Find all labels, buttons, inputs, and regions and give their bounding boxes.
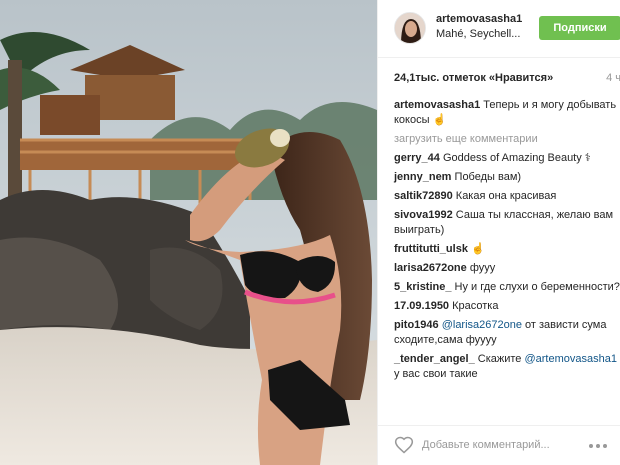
following-button[interactable]: Подписки xyxy=(539,16,620,40)
comment-username[interactable]: saltik72890 xyxy=(394,190,453,202)
comment-username[interactable]: gerry_44 xyxy=(394,152,440,164)
comment-username[interactable]: fruttitutti_ulsk xyxy=(394,243,468,255)
comment-mention-link[interactable]: @larisa2672one xyxy=(442,319,522,331)
list-item: 5_kristine_ Ну и где слухи о беременност… xyxy=(394,280,620,295)
comment-box xyxy=(378,425,620,465)
comment-username[interactable]: larisa2672one xyxy=(394,262,467,274)
comment-username[interactable]: 5_kristine_ xyxy=(394,281,451,293)
post-sidebar: artemovasasha1 Mahé, Seychell... Подписк… xyxy=(377,0,620,465)
list-item: sivova1992 Саша ты классная, желаю вам в… xyxy=(394,208,620,238)
list-item: gerry_44 Goddess of Amazing Beauty ⚕ xyxy=(394,151,620,166)
likes-count[interactable]: 24,1тыс. отметок «Нравится» xyxy=(394,72,553,84)
comment-username[interactable]: _tender_angel_ xyxy=(394,353,475,365)
more-options-glyph xyxy=(589,444,607,448)
likes-row: 24,1тыс. отметок «Нравится» 4 ч xyxy=(394,72,620,88)
location-link[interactable]: Mahé, Seychell... xyxy=(436,28,536,40)
comment-username[interactable]: jenny_nem xyxy=(394,171,451,183)
comment-username[interactable]: 17.09.1950 xyxy=(394,300,449,312)
comment-text: Ну и где слухи о беременности? xyxy=(454,281,620,293)
comment-text: фууу xyxy=(469,262,496,274)
post-time[interactable]: 4 ч xyxy=(606,72,620,84)
list-item: larisa2672one фууу xyxy=(394,261,620,276)
list-item: saltik72890 Какая она красивая xyxy=(394,189,620,204)
comment-text: Goddess of Amazing Beauty ⚕ xyxy=(442,152,591,164)
avatar[interactable] xyxy=(394,12,426,44)
list-item: jenny_nem Победы вам) xyxy=(394,170,620,185)
comment-username[interactable]: sivova1992 xyxy=(394,209,453,221)
comment-text-continued: у вас свои такие xyxy=(394,368,478,380)
user-block: artemovasasha1 Mahé, Seychell... xyxy=(436,13,536,40)
comments-list: artemovasasha1 Теперь и я могу добывать … xyxy=(394,98,620,386)
comment-username[interactable]: pito1946 xyxy=(394,319,439,331)
comments-fade xyxy=(378,404,620,425)
list-item: 17.09.1950 Красотка xyxy=(394,299,620,314)
comment-text: Красотка xyxy=(452,300,499,312)
beach-photo-illustration xyxy=(0,0,377,465)
comment-username[interactable]: artemovasasha1 xyxy=(394,99,480,111)
comment-text: ☝ xyxy=(471,243,485,255)
list-item: _tender_angel_ Скажите @artemovasasha1 у… xyxy=(394,352,620,382)
heart-icon-glyph xyxy=(394,436,414,454)
post-photo[interactable] xyxy=(0,0,377,465)
comment-text: Какая она красивая xyxy=(455,190,557,202)
username-link[interactable]: artemovasasha1 xyxy=(436,13,536,25)
comment-mention-link[interactable]: @artemovasasha1 xyxy=(524,353,617,365)
comment-text: Победы вам) xyxy=(454,171,522,183)
caption: artemovasasha1 Теперь и я могу добывать … xyxy=(394,98,620,128)
post-header: artemovasasha1 Mahé, Seychell... Подписк… xyxy=(378,0,620,58)
list-item: fruttitutti_ulsk ☝ xyxy=(394,242,620,257)
list-item: pito1946 @larisa2672one от зависти сума … xyxy=(394,318,620,348)
comment-input[interactable] xyxy=(422,436,572,454)
comment-text: Скажите xyxy=(477,353,522,365)
more-options-icon[interactable] xyxy=(586,436,610,456)
load-more-comments-link[interactable]: загрузить еще комментарии xyxy=(394,132,620,147)
heart-icon[interactable] xyxy=(394,435,414,455)
avatar-image xyxy=(395,13,425,43)
